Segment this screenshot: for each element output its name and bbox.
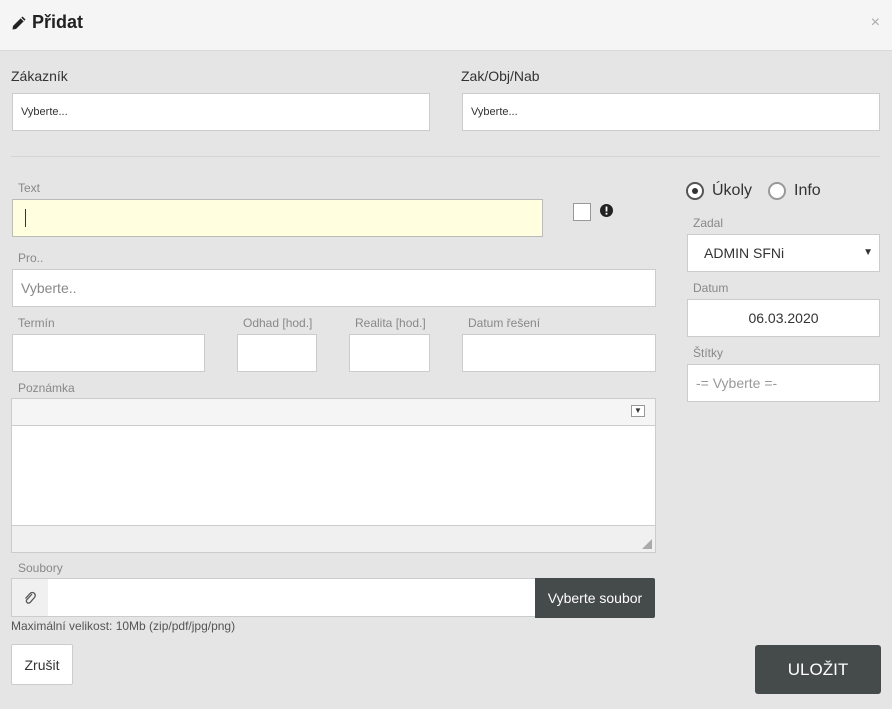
assigned-by-select[interactable]: ADMIN SFNi ▼ — [687, 234, 880, 272]
modal-title-text: Přidat — [32, 12, 84, 32]
solution-date-label: Datum řešení — [468, 316, 541, 330]
for-label: Pro.. — [18, 251, 44, 265]
assigned-by-value: ADMIN SFNi — [704, 245, 785, 261]
tags-placeholder: -= Vyberte =- — [696, 375, 778, 391]
caret-down-icon: ▼ — [863, 247, 873, 258]
cancel-button[interactable]: Zrušit — [11, 644, 73, 685]
file-size-hint: Maximální velikost: 10Mb (zip/pdf/jpg/pn… — [11, 619, 236, 633]
radio-tasks-label: Úkoly — [712, 182, 753, 199]
deadline-label: Termín — [18, 316, 55, 330]
for-select[interactable]: Vyberte.. — [12, 269, 656, 307]
editor-toolbar: ▼ — [12, 399, 655, 426]
text-caret — [25, 209, 26, 227]
order-select[interactable]: Vyberte... — [462, 93, 880, 131]
deadline-input[interactable] — [12, 334, 205, 372]
reality-label: Realita [hod.] — [355, 316, 426, 330]
customer-placeholder: Vyberte... — [21, 106, 68, 118]
estimate-label: Odhad [hod.] — [243, 316, 313, 330]
radio-info-label: Info — [794, 182, 821, 199]
files-label: Soubory — [18, 561, 63, 575]
radio-tasks-circle[interactable] — [686, 182, 704, 200]
save-button[interactable]: ULOŽIT — [755, 645, 881, 694]
editor-statusbar — [12, 525, 655, 552]
close-icon[interactable]: × — [871, 14, 880, 32]
file-name-input[interactable] — [48, 578, 537, 617]
divider — [11, 156, 880, 157]
modal-title: Přidat — [11, 12, 83, 33]
date-label: Datum — [693, 281, 729, 295]
customer-label: Zákazník — [11, 68, 68, 84]
choose-file-button[interactable]: Vyberte soubor — [535, 578, 655, 618]
reality-input[interactable] — [349, 334, 430, 372]
solution-date-input[interactable] — [462, 334, 656, 372]
order-label: Zak/Obj/Nab — [461, 68, 540, 84]
exclamation-icon — [600, 204, 613, 217]
order-placeholder: Vyberte... — [471, 106, 518, 118]
text-input[interactable] — [12, 199, 543, 237]
paperclip-icon — [11, 578, 49, 617]
customer-select[interactable]: Vyberte... — [12, 93, 430, 131]
note-label: Poznámka — [18, 381, 75, 395]
for-placeholder: Vyberte.. — [21, 280, 77, 296]
date-input[interactable]: 06.03.2020 — [687, 299, 880, 337]
important-checkbox[interactable] — [573, 203, 591, 221]
text-label: Text — [18, 181, 41, 195]
radio-info[interactable]: Info — [768, 182, 821, 200]
modal-header: Přidat × — [0, 0, 892, 51]
estimate-input[interactable] — [237, 334, 317, 372]
assigned-by-label: Zadal — [693, 216, 724, 230]
date-value: 06.03.2020 — [748, 310, 819, 326]
tags-label: Štítky — [693, 346, 724, 360]
note-editor[interactable]: ▼ — [11, 398, 656, 553]
tags-select[interactable]: -= Vyberte =- — [687, 364, 880, 402]
chevron-down-icon[interactable]: ▼ — [631, 405, 645, 417]
radio-tasks[interactable]: Úkoly — [686, 182, 752, 200]
radio-info-circle[interactable] — [768, 182, 786, 200]
resize-grip-icon[interactable] — [642, 539, 652, 549]
pencil-icon — [12, 16, 26, 29]
